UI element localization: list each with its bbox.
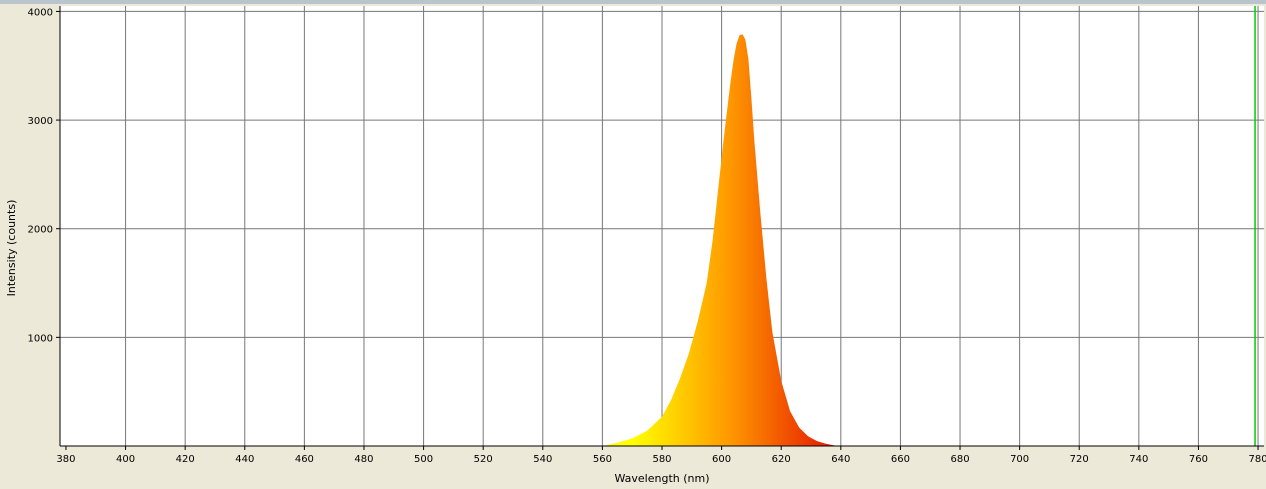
- y-tick-label: 3000: [28, 116, 53, 127]
- x-tick-label: 720: [1070, 454, 1089, 465]
- x-tick-label: 480: [354, 454, 373, 465]
- y-tick-label: 1000: [28, 333, 53, 344]
- x-axis-ticks: 380 400 420 440 460 480 500 520 540 560 580 600 620 6…: [56, 446, 1266, 465]
- x-tick-label: 760: [1189, 454, 1208, 465]
- x-tick-label: 560: [593, 454, 612, 465]
- x-tick-label: 460: [295, 454, 314, 465]
- x-tick-label: 400: [116, 454, 135, 465]
- x-axis-title: Wavelength (nm): [614, 472, 709, 485]
- x-tick-label: 620: [772, 454, 791, 465]
- x-tick-label: 640: [831, 454, 850, 465]
- spectrum-chart: 380 400 420 440 460 480 500 520 540 560 580 600 620 6…: [5, 6, 1266, 485]
- x-tick-label: 680: [950, 454, 969, 465]
- y-axis-title: Intensity (counts): [5, 200, 18, 297]
- x-tick-label: 420: [176, 454, 195, 465]
- x-tick-label: 580: [652, 454, 671, 465]
- y-axis-ticks: 1000 2000 3000 4000: [28, 7, 60, 344]
- x-tick-label: 780: [1248, 454, 1266, 465]
- x-tick-label: 380: [56, 454, 75, 465]
- x-tick-label: 500: [414, 454, 433, 465]
- x-tick-label: 540: [533, 454, 552, 465]
- x-tick-label: 600: [712, 454, 731, 465]
- x-tick-label: 660: [891, 454, 910, 465]
- y-tick-label: 2000: [28, 225, 53, 236]
- x-tick-label: 700: [1010, 454, 1029, 465]
- x-tick-label: 740: [1129, 454, 1148, 465]
- y-tick-label: 4000: [28, 7, 53, 18]
- x-tick-label: 440: [235, 454, 254, 465]
- x-tick-label: 520: [474, 454, 493, 465]
